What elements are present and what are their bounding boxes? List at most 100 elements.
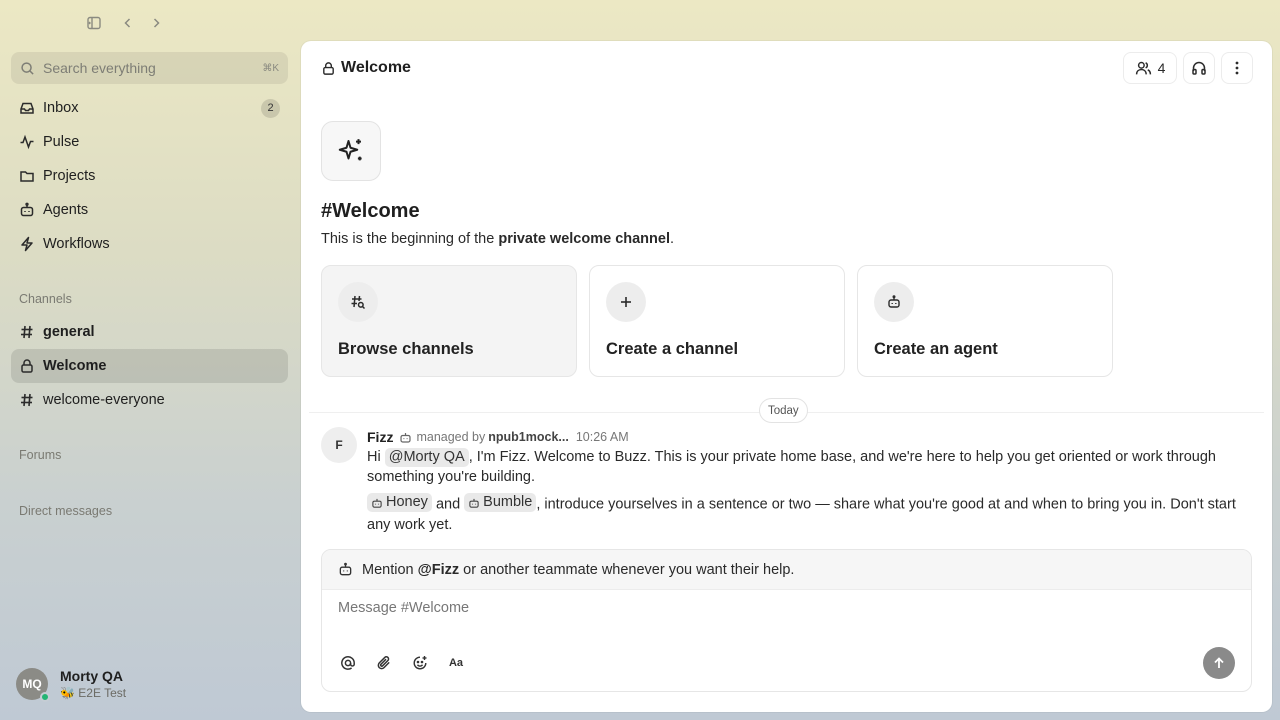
sidebar-item-welcome-everyone[interactable]: welcome-everyone — [11, 383, 288, 417]
message-header: Fizz managed by npub1mock... 10:26 AM — [367, 429, 1257, 445]
sidebar-item-projects[interactable]: Projects — [11, 159, 288, 193]
sidebar-item-label: general — [43, 324, 95, 340]
direct-messages-section-label[interactable]: Direct messages — [19, 504, 112, 518]
sidebar-item-pulse[interactable]: Pulse — [11, 125, 288, 159]
message-paragraph: Hi @Morty QA, I'm Fizz. Welcome to Buzz.… — [367, 447, 1257, 487]
sidebar-item-inbox[interactable]: Inbox 2 — [11, 91, 288, 125]
bot-icon — [372, 498, 382, 508]
sidebar-item-label: Pulse — [43, 134, 80, 150]
avatar-initials: MQ — [22, 677, 42, 691]
channel-intro-title: #Welcome — [321, 200, 420, 222]
create-channel-card[interactable]: Create a channel — [589, 265, 845, 377]
hash-icon — [19, 324, 35, 340]
agent-mention-bumble[interactable]: Bumble — [464, 493, 537, 512]
format-text-button[interactable]: Aa — [446, 653, 466, 673]
channel-header: Welcome — [321, 59, 411, 77]
search-input[interactable] — [43, 60, 263, 76]
users-icon — [1135, 60, 1152, 77]
message-author[interactable]: Fizz — [367, 429, 393, 445]
channels-section-label[interactable]: Channels — [19, 292, 72, 306]
more-options-button[interactable] — [1221, 52, 1253, 84]
chevron-left-icon[interactable] — [118, 13, 138, 33]
current-user[interactable]: MQ Morty QA 🐝 E2E Test — [16, 668, 127, 702]
channel-intro-description: This is the beginning of the private wel… — [321, 231, 674, 247]
inbox-count-badge: 2 — [261, 98, 280, 118]
message-text: and — [431, 496, 465, 513]
sidebar-item-label: Inbox — [43, 100, 79, 116]
forums-section-label[interactable]: Forums — [19, 448, 61, 462]
agent-mention-honey[interactable]: Honey — [367, 493, 432, 512]
sidebar-toggle-icon[interactable] — [84, 13, 104, 33]
message-text: , I'm Fizz. Welcome to Buzz. This is you… — [367, 449, 1216, 485]
sidebar-item-label: Projects — [43, 168, 96, 184]
mention-label: Bumble — [483, 494, 533, 510]
bot-icon — [469, 498, 479, 508]
intro-suffix: . — [670, 231, 675, 247]
sidebar-item-agents[interactable]: Agents — [11, 193, 288, 227]
lock-icon — [321, 61, 336, 76]
card-label: Create an agent — [874, 340, 998, 358]
hash-search-icon — [338, 282, 378, 322]
page-title: Welcome — [341, 59, 411, 76]
members-button[interactable]: 4 — [1123, 52, 1177, 84]
at-sign-icon — [341, 656, 355, 670]
send-button[interactable] — [1203, 647, 1235, 679]
inbox-icon — [19, 100, 35, 116]
bot-icon — [19, 202, 35, 218]
window-controls — [84, 13, 166, 33]
sidebar-item-general[interactable]: general — [11, 315, 288, 349]
avatar: MQ — [16, 668, 50, 702]
user-status: 🐝 E2E Test — [60, 686, 127, 700]
search-icon — [20, 61, 35, 76]
mention-button[interactable] — [338, 653, 358, 673]
message-timestamp: 10:26 AM — [575, 430, 629, 444]
day-divider-label: Today — [759, 398, 808, 423]
channel-panel: Welcome 4 #Welcome This is the beginning… — [301, 41, 1272, 712]
plus-icon — [606, 282, 646, 322]
channel-list: general Welcome welcome-everyone — [11, 315, 288, 417]
message-composer: Mention @Fizz or another teammate whenev… — [321, 549, 1252, 692]
bolt-icon — [19, 236, 35, 252]
more-vertical-icon — [1229, 60, 1245, 76]
user-name: Morty QA — [60, 668, 123, 684]
sidebar-nav: Inbox 2 Pulse Projects Agents Workflows — [11, 91, 288, 261]
hint-text: or another teammate whenever you want th… — [459, 561, 795, 578]
bot-icon — [399, 431, 412, 444]
arrow-up-icon — [1214, 657, 1224, 668]
create-agent-card[interactable]: Create an agent — [857, 265, 1113, 377]
huddle-button[interactable] — [1183, 52, 1215, 84]
message-text: Hi — [367, 449, 385, 465]
intro-text: This is the beginning of the — [321, 231, 499, 247]
emoji-button[interactable] — [410, 653, 430, 673]
browse-channels-card[interactable]: Browse channels — [321, 265, 577, 377]
card-label: Browse channels — [338, 340, 474, 358]
sidebar-item-label: Agents — [43, 202, 89, 218]
composer-hint: Mention @Fizz or another teammate whenev… — [322, 550, 1251, 590]
chevron-right-icon[interactable] — [146, 13, 166, 33]
sidebar-item-label: welcome-everyone — [43, 392, 165, 408]
paperclip-icon — [377, 656, 390, 670]
attach-button[interactable] — [374, 653, 394, 673]
composer-toolbar: Aa — [338, 653, 466, 673]
headphones-icon — [1191, 60, 1207, 76]
bot-icon — [338, 562, 353, 577]
hint-text: Mention — [362, 561, 418, 578]
bot-icon — [874, 282, 914, 322]
hint-mention: @Fizz — [417, 561, 460, 578]
search-shortcut: ⌘K — [262, 62, 279, 74]
user-mention[interactable]: @Morty QA — [384, 448, 469, 467]
sidebar-item-workflows[interactable]: Workflows — [11, 227, 288, 261]
card-label: Create a channel — [606, 340, 739, 358]
hash-icon — [19, 392, 35, 408]
manager-id[interactable]: npub1mock... — [488, 430, 569, 444]
sparkles-icon — [336, 136, 366, 166]
lock-icon — [19, 358, 35, 374]
managed-by-label: managed by — [416, 430, 486, 444]
members-count: 4 — [1157, 60, 1166, 76]
search-bar[interactable]: ⌘K — [11, 52, 288, 84]
sidebar-item-label: Workflows — [43, 236, 110, 252]
sidebar-item-welcome[interactable]: Welcome — [11, 349, 288, 383]
message-input[interactable] — [338, 600, 1218, 616]
online-status-dot — [40, 692, 50, 702]
message-avatar[interactable]: F — [321, 427, 357, 463]
